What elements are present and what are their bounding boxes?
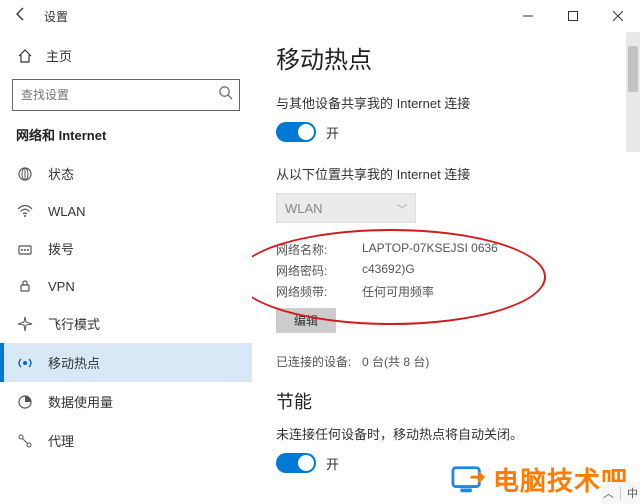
power-heading: 节能	[276, 388, 616, 414]
sidebar-item-label: 拨号	[48, 239, 74, 258]
network-password-value: c43692)G	[362, 262, 415, 279]
share-toggle-state: 开	[326, 123, 339, 142]
share-from-label: 从以下位置共享我的 Internet 连接	[276, 164, 616, 183]
network-password-label: 网络密码:	[276, 262, 362, 279]
tray-ime[interactable]: 中	[627, 485, 638, 501]
proxy-icon	[16, 433, 34, 449]
main-content: 移动热点 与其他设备共享我的 Internet 连接 开 从以下位置共享我的 I…	[252, 32, 640, 504]
connected-devices-label: 已连接的设备:	[276, 353, 362, 370]
sidebar-item-label: 代理	[48, 431, 74, 450]
system-tray: ︿ 中	[601, 482, 640, 504]
power-toggle-state: 开	[326, 454, 339, 473]
back-button[interactable]	[12, 6, 30, 26]
sidebar-item-label: VPN	[48, 279, 75, 294]
close-button[interactable]	[595, 0, 640, 32]
scrollbar-thumb[interactable]	[628, 46, 638, 92]
sidebar-item-label: 状态	[48, 164, 74, 183]
sidebar-item-hotspot[interactable]: 移动热点	[0, 343, 252, 382]
sidebar-item-label: 数据使用量	[48, 392, 113, 411]
sidebar-item-vpn[interactable]: VPN	[0, 268, 252, 304]
status-icon	[16, 166, 34, 182]
connected-devices-value: 0 台(共 8 台)	[362, 353, 429, 370]
sidebar: 主页 网络和 Internet 状态 WLAN 拨号	[0, 32, 252, 504]
hotspot-icon	[16, 355, 34, 371]
network-band-label: 网络频带:	[276, 283, 362, 300]
wifi-icon	[16, 203, 34, 219]
window-controls	[505, 0, 640, 32]
power-description: 未连接任何设备时，移动热点将自动关闭。	[276, 424, 616, 443]
sidebar-home[interactable]: 主页	[0, 36, 252, 79]
network-info: 网络名称: LAPTOP-07KSEJSI 0636 网络密码: c43692)…	[276, 241, 616, 339]
search-input-wrap[interactable]	[12, 79, 240, 111]
sidebar-item-dialup[interactable]: 拨号	[0, 229, 252, 268]
search-icon	[218, 85, 233, 105]
sidebar-item-status[interactable]: 状态	[0, 154, 252, 193]
network-band-value: 任何可用频率	[362, 283, 434, 300]
maximize-button[interactable]	[550, 0, 595, 32]
data-usage-icon	[16, 394, 34, 410]
share-from-value: WLAN	[285, 201, 323, 216]
share-from-dropdown[interactable]: WLAN ﹀	[276, 193, 416, 223]
edit-button[interactable]: 编辑	[276, 308, 336, 333]
vpn-icon	[16, 278, 34, 294]
sidebar-item-airplane[interactable]: 飞行模式	[0, 304, 252, 343]
sidebar-nav: 状态 WLAN 拨号 VPN 飞行模式 移动热点	[0, 154, 252, 460]
scrollbar[interactable]	[626, 32, 640, 152]
search-input[interactable]	[21, 88, 218, 102]
sidebar-item-data-usage[interactable]: 数据使用量	[0, 382, 252, 421]
page-title: 移动热点	[276, 40, 616, 75]
share-toggle[interactable]	[276, 122, 316, 142]
airplane-icon	[16, 316, 34, 332]
sidebar-item-label: WLAN	[48, 204, 86, 219]
dialup-icon	[16, 241, 34, 257]
power-toggle[interactable]	[276, 453, 316, 473]
logo-icon	[449, 464, 487, 496]
sidebar-section-header: 网络和 Internet	[0, 125, 252, 154]
tray-chevron-icon[interactable]: ︿	[603, 485, 614, 501]
chevron-down-icon: ﹀	[397, 201, 407, 216]
home-icon	[16, 48, 34, 64]
network-name-label: 网络名称:	[276, 241, 362, 258]
window-title: 设置	[44, 8, 68, 25]
share-description: 与其他设备共享我的 Internet 连接	[276, 93, 616, 112]
network-name-value: LAPTOP-07KSEJSI 0636	[362, 241, 498, 258]
sidebar-item-wlan[interactable]: WLAN	[0, 193, 252, 229]
titlebar: 设置	[0, 0, 640, 32]
sidebar-home-label: 主页	[46, 46, 72, 65]
sidebar-item-label: 飞行模式	[48, 314, 100, 333]
sidebar-item-label: 移动热点	[48, 353, 100, 372]
minimize-button[interactable]	[505, 0, 550, 32]
sidebar-item-proxy[interactable]: 代理	[0, 421, 252, 460]
